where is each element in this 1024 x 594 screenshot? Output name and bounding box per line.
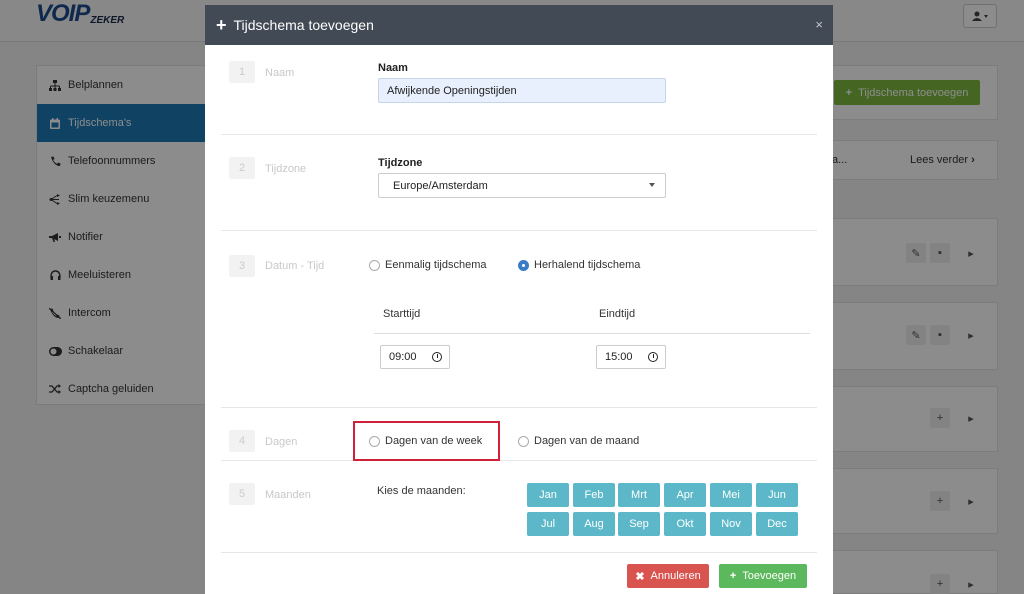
chevron-down-icon bbox=[649, 183, 655, 187]
submit-button[interactable]: + Toevoegen bbox=[719, 564, 807, 588]
step-label: Datum - Tijd bbox=[265, 260, 325, 272]
step-label: Maanden bbox=[265, 489, 311, 501]
naam-input[interactable] bbox=[378, 78, 666, 103]
step-number: 5 bbox=[229, 483, 255, 505]
eindtijd-input[interactable]: 15:00 bbox=[596, 345, 666, 369]
months-prompt: Kies de maanden: bbox=[377, 485, 466, 497]
divider bbox=[374, 333, 810, 334]
step-number: 3 bbox=[229, 255, 255, 277]
starttijd-input[interactable]: 09:00 bbox=[380, 345, 450, 369]
step-number: 4 bbox=[229, 430, 255, 452]
cancel-button[interactable]: ✖ Annuleren bbox=[627, 564, 709, 588]
step-label: Tijdzone bbox=[265, 163, 307, 175]
month-button-nov[interactable]: Nov bbox=[710, 512, 752, 536]
times-icon: ✖ bbox=[635, 570, 645, 583]
month-button-aug[interactable]: Aug bbox=[573, 512, 615, 536]
starttijd-label: Starttijd bbox=[383, 308, 421, 320]
clock-icon bbox=[432, 352, 442, 362]
highlight-box bbox=[353, 421, 500, 461]
step-number: 1 bbox=[229, 61, 255, 83]
tijdzone-value: Europe/Amsterdam bbox=[393, 179, 488, 192]
month-button-mei[interactable]: Mei bbox=[710, 483, 752, 507]
radio-herhalend[interactable]: Herhalend tijdschema bbox=[518, 259, 640, 271]
month-button-jul[interactable]: Jul bbox=[527, 512, 569, 536]
close-icon[interactable]: × bbox=[815, 17, 823, 32]
radio-dagen-maand[interactable]: Dagen van de maand bbox=[518, 435, 639, 447]
starttijd-value: 09:00 bbox=[389, 351, 417, 363]
tijdzone-select[interactable]: Europe/Amsterdam bbox=[378, 173, 666, 198]
modal-title: Tijdschema toevoegen bbox=[233, 17, 374, 33]
plus-icon: + bbox=[729, 570, 737, 582]
radio-circle bbox=[518, 435, 529, 447]
clock-icon bbox=[648, 352, 658, 362]
month-button-dec[interactable]: Dec bbox=[756, 512, 798, 536]
step-number: 2 bbox=[229, 157, 255, 179]
section-maanden: 5 Maanden bbox=[221, 461, 817, 553]
month-button-jan[interactable]: Jan bbox=[527, 483, 569, 507]
month-button-apr[interactable]: Apr bbox=[664, 483, 706, 507]
radio-circle bbox=[369, 259, 380, 271]
section-dagen: 4 Dagen Dagen van de week Dagen van de m… bbox=[221, 408, 817, 461]
month-button-mrt[interactable]: Mrt bbox=[618, 483, 660, 507]
add-schedule-modal: + Tijdschema toevoegen × 1 Naam Naam 2 T… bbox=[205, 5, 833, 594]
month-button-okt[interactable]: Okt bbox=[664, 512, 706, 536]
step-label: Dagen bbox=[265, 436, 298, 448]
modal-header: + Tijdschema toevoegen × bbox=[205, 5, 833, 45]
radio-label: Eenmalig tijdschema bbox=[385, 259, 487, 271]
radio-label: Herhalend tijdschema bbox=[534, 259, 641, 271]
month-button-sep[interactable]: Sep bbox=[618, 512, 660, 536]
section-tijdzone: 2 Tijdzone Tijdzone Europe/Amsterdam bbox=[221, 135, 817, 231]
naam-label: Naam bbox=[378, 62, 408, 74]
radio-label: Dagen van de maand bbox=[534, 435, 640, 447]
eindtijd-label: Eindtijd bbox=[599, 308, 636, 320]
month-button-jun[interactable]: Jun bbox=[756, 483, 798, 507]
plus-icon: + bbox=[216, 15, 227, 35]
cancel-label: Annuleren bbox=[650, 570, 701, 582]
radio-circle-selected bbox=[518, 259, 529, 271]
tijdzone-label: Tijdzone bbox=[378, 157, 423, 169]
section-naam: 1 Naam Naam bbox=[221, 45, 817, 135]
month-button-feb[interactable]: Feb bbox=[573, 483, 615, 507]
step-label: Naam bbox=[265, 67, 295, 79]
submit-label: Toevoegen bbox=[742, 570, 797, 582]
section-datum-tijd: 3 Datum - Tijd Eenmalig tijdschema Herha… bbox=[221, 231, 817, 408]
eindtijd-value: 15:00 bbox=[605, 351, 633, 363]
radio-eenmalig[interactable]: Eenmalig tijdschema bbox=[369, 259, 487, 271]
